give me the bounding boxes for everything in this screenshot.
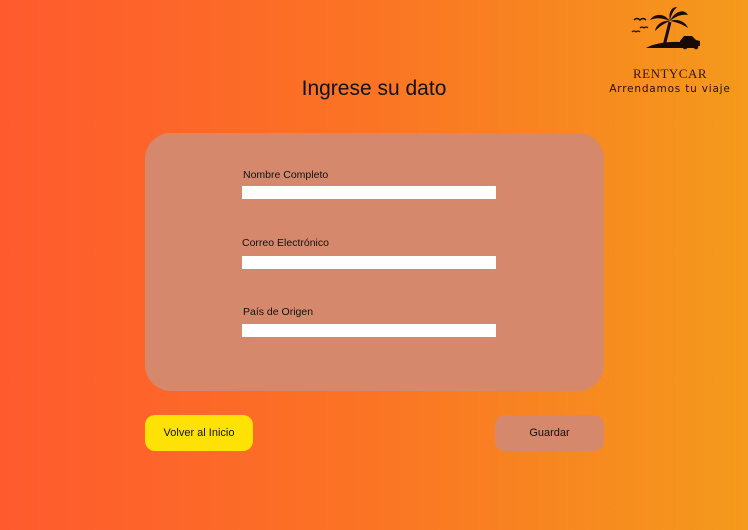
country-label: País de Origen <box>243 306 314 318</box>
full-name-label: Nombre Completo <box>243 169 329 181</box>
email-input[interactable] <box>242 256 496 269</box>
page-title: Ingrese su dato <box>301 77 447 100</box>
full-name-input[interactable] <box>242 186 496 199</box>
email-label: Correo Electrónico <box>242 237 329 249</box>
save-button[interactable]: Guardar <box>495 415 604 451</box>
form-card: Nombre Completo Correo Electrónico País … <box>145 133 604 391</box>
country-input[interactable] <box>242 324 496 337</box>
palm-island-car-icon <box>631 7 700 50</box>
back-home-button[interactable]: Volver al Inicio <box>145 415 253 451</box>
